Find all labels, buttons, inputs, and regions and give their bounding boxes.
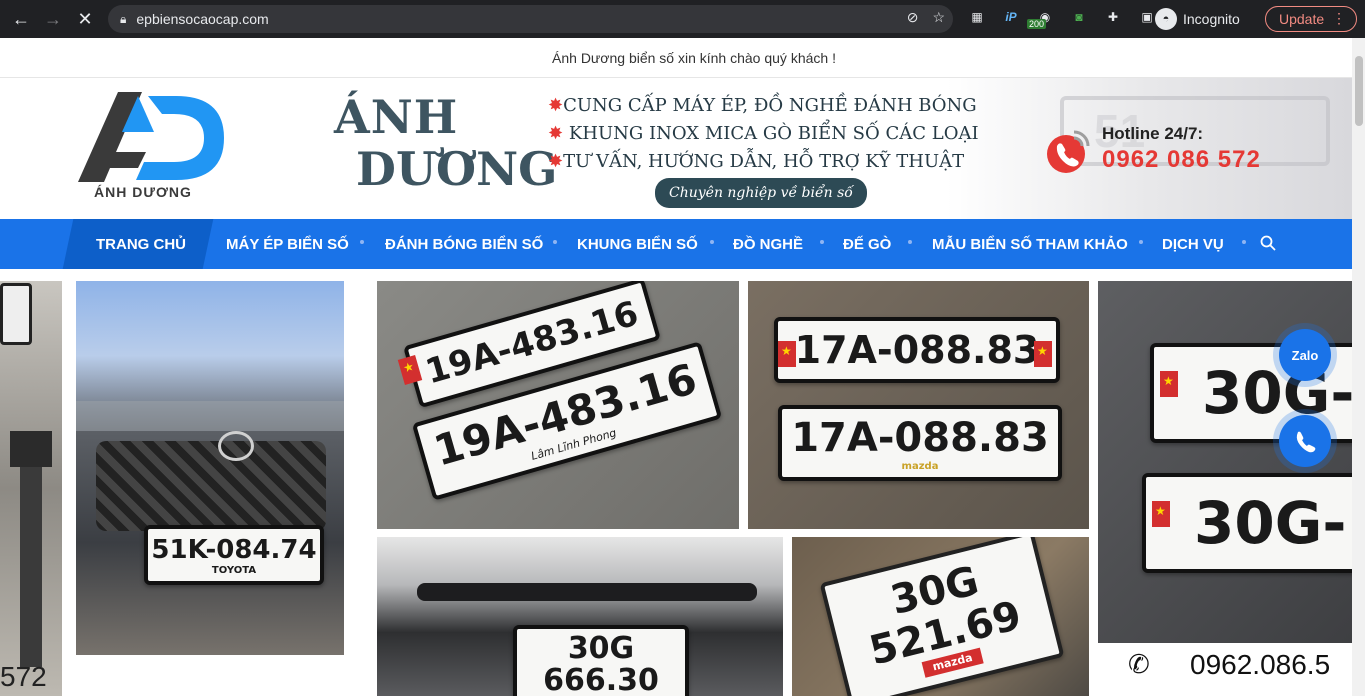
gallery-tile-plate-mazda[interactable]: 30G 521.69 mazda [792,537,1089,696]
nav-item-base[interactable]: ĐẾ GÒ [843,219,891,269]
scrollbar-thumb[interactable] [1355,56,1363,126]
zalo-label: Zalo [1291,347,1319,363]
slogan-item: ✸CUNG CẤP MÁY ÉP, ĐỒ NGHỀ ĐÁNH BÓNG [548,95,977,116]
brand-name-line2: DƯƠNG [356,142,558,196]
gallery-tile-car[interactable]: 51K-084.74 TOYOTA [76,281,344,655]
gallery-tile-plates-17a[interactable]: 17A-088.83 17A-088.83 mazda [748,281,1089,529]
zalo-chat-button[interactable]: Zalo [1279,329,1331,381]
gallery-partial-text: 572 [0,661,47,692]
extension-badge: 200 [1027,19,1047,29]
call-button[interactable] [1279,415,1331,467]
spark-icon: ✸ [548,123,564,144]
plate-brand: TOYOTA [211,564,257,576]
nav-separator [360,240,364,244]
welcome-text: Ánh Dương biển số xin kính chào quý khác… [552,49,836,66]
nav-item-samples[interactable]: MẪU BIỂN SỐ THAM KHẢO [932,219,1128,269]
web-page: Ánh Dương biển số xin kính chào quý khác… [0,38,1352,696]
stop-loading-icon[interactable]: ✕ [70,4,100,34]
brand-name-line1: ÁNH [334,90,459,144]
vietnam-flag-icon [1152,501,1170,527]
plate-30g-bottom: 30G- [1142,473,1352,573]
update-label: Update [1279,11,1325,27]
incognito-label: Incognito [1183,11,1240,27]
gallery-phone-number: 0962.086.5 [1190,649,1331,680]
vietnam-flag-icon [1160,371,1178,397]
incognito-indicator[interactable]: ◓ Incognito [1155,8,1240,30]
bookmark-star-icon[interactable]: ☆ [932,9,945,26]
nav-separator [908,240,912,244]
plate-30g-521: 30G 521.69 mazda [819,537,1065,696]
logo-text: ÁNH DƯƠNG [94,184,192,200]
slogan-list: ✸CUNG CẤP MÁY ÉP, ĐỒ NGHỀ ĐÁNH BÓNG ✸ KH… [548,92,979,176]
hotline-label: Hotline 24/7: [1102,124,1204,143]
phone-icon: ✆ [1128,649,1150,679]
slogan-item: ✸ KHUNG INOX MICA GÒ BIỂN SỐ CÁC LOẠI [548,123,979,144]
browser-toolbar: ← → ✕ 🔒︎ epbiensocaocap.com ⊘ ☆ ▦ iP ◉ ◙… [0,0,1365,38]
vietnam-flag-icon [778,341,796,367]
gallery-tile-press[interactable]: 572 [0,281,62,696]
lock-icon: 🔒︎ [120,11,127,26]
more-menu-icon: ⋮ [1332,10,1346,26]
nav-separator [1139,240,1143,244]
plate-17a-bottom: 17A-088.83 mazda [778,405,1062,481]
dark-extension-icon[interactable]: ◙ [1068,6,1090,28]
nav-item-services[interactable]: DỊCH VỤ [1162,219,1224,269]
page-scrollbar[interactable] [1352,38,1365,696]
eye-slash-icon[interactable]: ⊘ [907,9,919,26]
incognito-icon: ◓ [1155,8,1177,30]
address-bar[interactable]: 🔒︎ epbiensocaocap.com ⊘ ☆ [108,5,953,33]
nav-item-tools[interactable]: ĐỒ NGHỀ [733,219,803,269]
gallery-tile-car-rear[interactable]: 30G 666.30 [377,537,783,696]
phone-hotline-icon [1047,130,1090,173]
nav-item-polishing[interactable]: ĐÁNH BÓNG BIỂN SỐ [385,219,543,269]
gallery-phone-caption: ✆ 0962.086.5 [1098,643,1352,696]
nav-separator [710,240,714,244]
main-navigation: TRANG CHỦ MÁY ÉP BIỂN SỐ ĐÁNH BÓNG BIỂN … [0,219,1352,269]
back-icon[interactable]: ← [6,4,36,34]
nav-item-home[interactable]: TRANG CHỦ [96,219,186,269]
qr-extension-icon[interactable]: ▦ [966,6,988,28]
nav-item-press-machine[interactable]: MÁY ÉP BIỂN SỐ [226,219,349,269]
phone-icon [1296,431,1316,453]
update-button[interactable]: Update ⋮ [1265,6,1357,32]
search-icon[interactable] [1260,235,1276,251]
slogan-item: ✸TƯ VẤN, HƯỚNG DẪN, HỖ TRỢ KỸ THUẬT [548,151,965,172]
puzzle-extensions-icon[interactable]: ✚ [1102,6,1124,28]
plate-30g-666: 30G 666.30 [513,625,689,696]
spark-icon: ✸ [548,151,564,172]
spark-icon: ✸ [548,95,564,116]
gallery-tile-plates-19a[interactable]: 19A-483.16 19A-483.16 Lâm Lĩnh Phong [377,281,739,529]
site-header: 51 ÁNH DƯƠNG ÁNH DƯƠNG ✸CUNG CẤP MÁY ÉP,… [0,78,1352,219]
tagline-badge: Chuyên nghiệp về biển số [655,178,867,208]
plate-number: 51K-084.74 [151,534,317,565]
nav-separator [553,240,557,244]
plate-17a-top: 17A-088.83 [774,317,1060,383]
car-license-plate: 51K-084.74 TOYOTA [144,525,324,585]
ip-extension-icon[interactable]: iP [1000,6,1022,28]
toyota-logo [218,431,254,461]
forward-icon[interactable]: → [38,4,68,34]
vietnam-flag-icon [1034,341,1052,367]
nav-separator [820,240,824,244]
welcome-bar: Ánh Dương biển số xin kính chào quý khác… [0,38,1352,78]
nav-item-plate-frame[interactable]: KHUNG BIỂN SỐ [577,219,698,269]
url-text: epbiensocaocap.com [136,11,269,27]
hotline-number[interactable]: 0962 086 572 [1102,146,1261,174]
nav-separator [1242,240,1246,244]
